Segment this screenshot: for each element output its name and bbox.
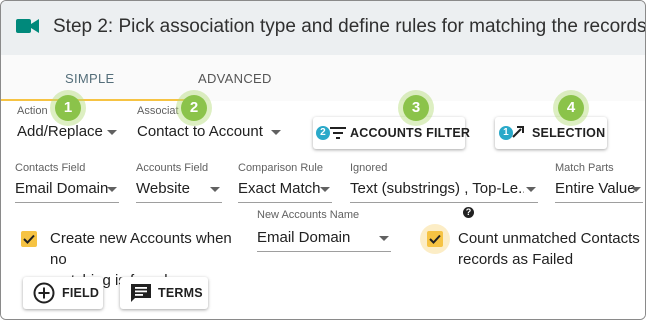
filter-count-badge: 2 <box>316 126 330 140</box>
new-accounts-name-label: New Accounts Name <box>257 209 360 221</box>
chevron-down-icon <box>210 187 220 192</box>
filter-list-icon <box>330 126 346 143</box>
video-camera-icon <box>15 16 41 41</box>
count-unmatched-line1: Count unmatched Contacts <box>458 230 640 247</box>
chevron-down-icon <box>379 236 389 241</box>
chevron-down-icon <box>271 130 281 135</box>
accounts-field-label: Accounts Field <box>136 162 209 174</box>
comparison-rule-label: Comparison Rule <box>238 162 323 174</box>
association-label: Associat <box>137 105 179 117</box>
selection-label: SELECTION <box>532 126 606 140</box>
contacts-field-value: Email Domain <box>15 180 109 197</box>
ignored-select[interactable]: Text (substrings) , Top-Le... <box>350 178 538 203</box>
accounts-filter-button[interactable]: 2 ACCOUNTS FILTER <box>313 117 470 149</box>
action-label: Action <box>17 105 48 117</box>
count-unmatched-line2: records as Failed <box>458 251 574 268</box>
action-select[interactable]: Add/Replace <box>17 121 119 145</box>
terms-button-label: TERMS <box>158 286 203 300</box>
comparison-rule-value: Exact Match <box>238 180 321 197</box>
accounts-filter-label: ACCOUNTS FILTER <box>350 126 471 140</box>
page-title: Step 2: Pick association type and define… <box>53 16 646 37</box>
step-badge-4: 4 <box>558 95 584 121</box>
chevron-down-icon <box>526 187 536 192</box>
add-field-button[interactable]: FIELD <box>23 277 103 309</box>
tab-bar: SIMPLE ADVANCED <box>1 55 645 101</box>
new-accounts-name-value: Email Domain <box>257 229 351 246</box>
action-value: Add/Replace <box>17 123 103 140</box>
add-circle-icon <box>33 282 55 307</box>
create-new-accounts-line1: Create new Accounts when no <box>50 230 232 268</box>
count-unmatched-checkbox[interactable] <box>427 231 443 247</box>
tab-simple[interactable]: SIMPLE <box>65 71 114 86</box>
contacts-field-select[interactable]: Email Domain <box>15 178 119 203</box>
chevron-down-icon <box>107 187 117 192</box>
match-parts-select[interactable]: Entire Value <box>555 178 643 203</box>
field-button-label: FIELD <box>62 286 100 300</box>
ignored-value: Text (substrings) , Top-Le... <box>350 180 524 197</box>
step-badge-3: 3 <box>403 95 429 121</box>
simple-panel: Action Add/Replace 1 Associat Contact to… <box>1 95 645 319</box>
match-parts-label: Match Parts <box>555 162 614 174</box>
contacts-field-label: Contacts Field <box>15 162 86 174</box>
association-select[interactable]: Contact to Account <box>137 121 283 145</box>
accounts-field-select[interactable]: Website <box>136 178 222 203</box>
chevron-down-icon <box>107 130 117 135</box>
open-in-new-icon <box>511 125 525 142</box>
count-unmatched-text: Count unmatched Contacts records as Fail… <box>458 228 643 270</box>
accounts-field-value: Website <box>136 180 190 197</box>
match-parts-value: Entire Value <box>555 180 636 197</box>
terms-button[interactable]: TERMS <box>120 277 208 309</box>
ignored-label: Ignored <box>350 162 388 174</box>
step-badge-1: 1 <box>55 95 81 121</box>
step-header: Step 2: Pick association type and define… <box>1 1 645 56</box>
help-icon[interactable]: ? <box>463 207 474 218</box>
association-value: Contact to Account <box>137 123 263 140</box>
new-accounts-name-select[interactable]: Email Domain <box>257 227 391 252</box>
dialog-frame: Step 2: Pick association type and define… <box>0 0 646 320</box>
selection-button[interactable]: 1 SELECTION <box>495 117 607 149</box>
step-badge-2: 2 <box>181 95 207 121</box>
comparison-rule-select[interactable]: Exact Match <box>238 178 332 203</box>
chevron-down-icon <box>631 187 641 192</box>
message-icon <box>130 283 152 306</box>
chevron-down-icon <box>320 187 330 192</box>
tab-advanced[interactable]: ADVANCED <box>198 71 272 86</box>
create-new-accounts-checkbox[interactable] <box>21 231 37 247</box>
